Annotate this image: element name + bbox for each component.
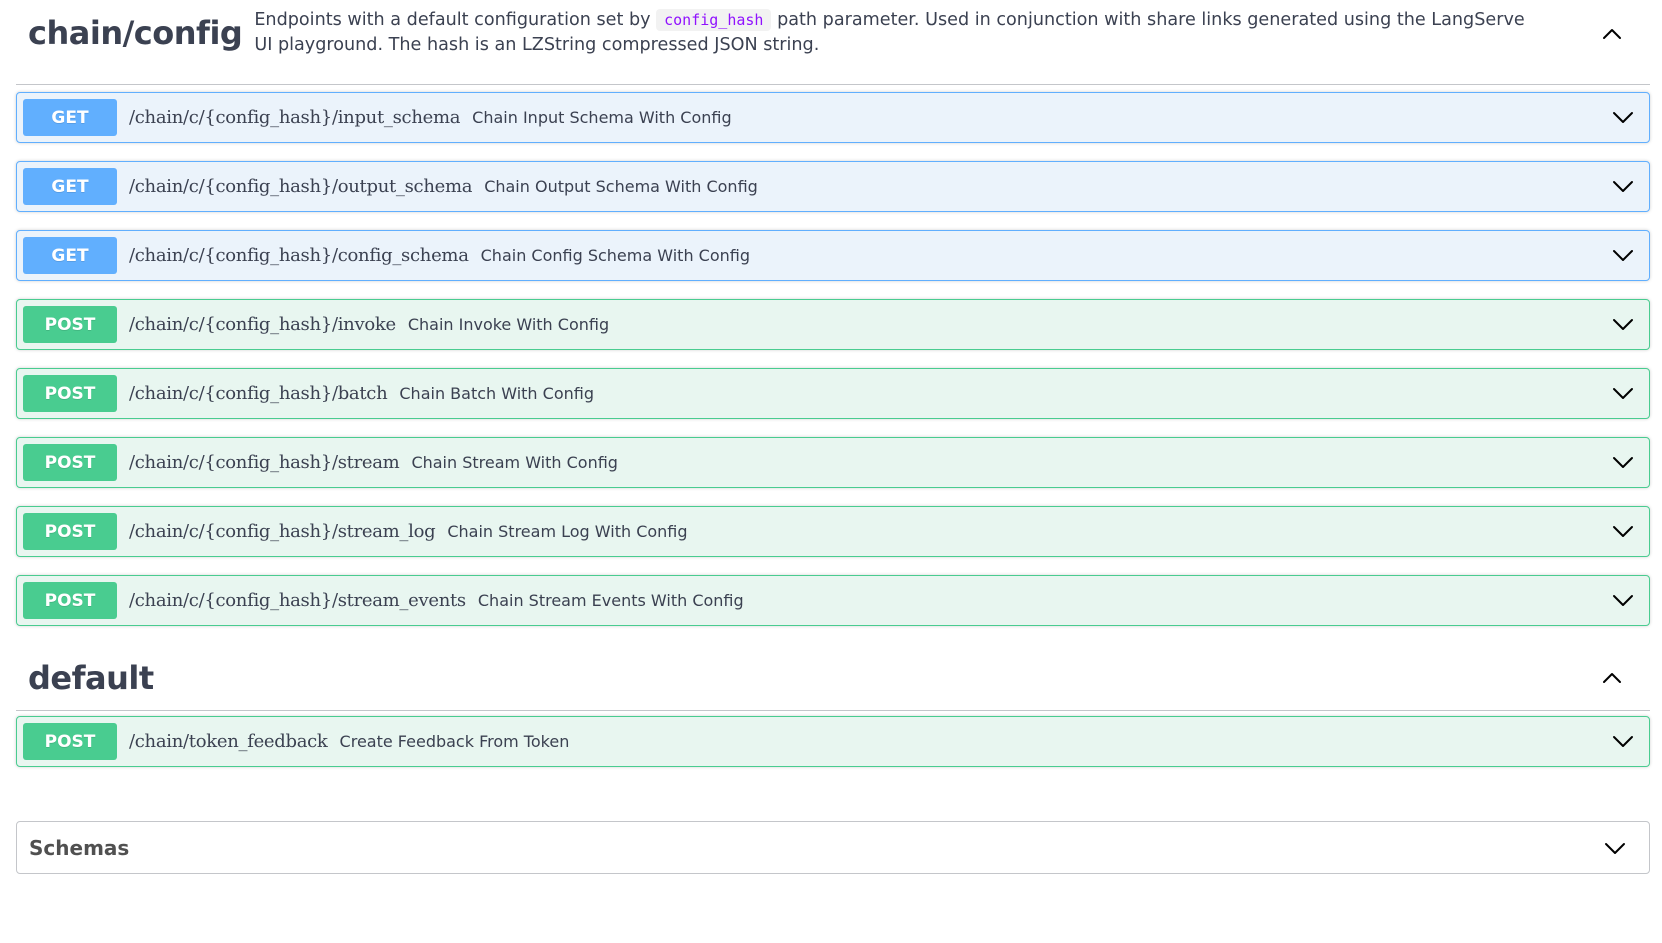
- operation-path: /chain/c/{config_hash}/stream_events: [129, 590, 466, 611]
- schemas-title: Schemas: [29, 835, 130, 860]
- operation-path: /chain/c/{config_hash}/invoke: [129, 314, 396, 335]
- method-badge: POST: [23, 513, 117, 550]
- method-badge: POST: [23, 375, 117, 412]
- operation-path: /chain/c/{config_hash}/config_schema: [129, 245, 469, 266]
- operation-get-config-schema[interactable]: GET /chain/c/{config_hash}/config_schema…: [16, 230, 1650, 281]
- operation-path: /chain/c/{config_hash}/output_schema: [129, 176, 473, 197]
- chevron-down-icon[interactable]: [1611, 588, 1635, 612]
- inline-code: config_hash: [656, 9, 772, 31]
- operation-post-batch[interactable]: POST /chain/c/{config_hash}/batch Chain …: [16, 368, 1650, 419]
- chevron-down-icon[interactable]: [1603, 836, 1627, 860]
- operation-post-stream-log[interactable]: POST /chain/c/{config_hash}/stream_log C…: [16, 506, 1650, 557]
- method-badge: GET: [23, 99, 117, 136]
- method-badge: POST: [23, 723, 117, 760]
- chevron-down-icon[interactable]: [1611, 381, 1635, 405]
- operation-path: /chain/c/{config_hash}/batch: [129, 383, 388, 404]
- operation-path: /chain/c/{config_hash}/stream_log: [129, 521, 436, 542]
- chevron-down-icon[interactable]: [1611, 105, 1635, 129]
- method-badge: GET: [23, 168, 117, 205]
- operation-summary: Chain Stream Log With Config: [447, 522, 688, 541]
- operation-get-output-schema[interactable]: GET /chain/c/{config_hash}/output_schema…: [16, 161, 1650, 212]
- operation-post-token-feedback[interactable]: POST /chain/token_feedback Create Feedba…: [16, 716, 1650, 767]
- chevron-up-icon[interactable]: [1598, 20, 1626, 48]
- operation-summary: Chain Stream With Config: [411, 453, 618, 472]
- operation-summary: Chain Stream Events With Config: [477, 591, 744, 610]
- operation-post-invoke[interactable]: POST /chain/c/{config_hash}/invoke Chain…: [16, 299, 1650, 350]
- chevron-down-icon[interactable]: [1611, 519, 1635, 543]
- method-badge: GET: [23, 237, 117, 274]
- tag-title: default: [28, 659, 154, 697]
- operation-post-stream-events[interactable]: POST /chain/c/{config_hash}/stream_event…: [16, 575, 1650, 626]
- operation-summary: Chain Output Schema With Config: [484, 177, 758, 196]
- chevron-down-icon[interactable]: [1611, 174, 1635, 198]
- schemas-section[interactable]: Schemas: [16, 821, 1650, 874]
- method-badge: POST: [23, 582, 117, 619]
- operation-path: /chain/token_feedback: [129, 731, 328, 752]
- operation-summary: Chain Input Schema With Config: [472, 108, 732, 127]
- chevron-down-icon[interactable]: [1611, 312, 1635, 336]
- operation-post-stream[interactable]: POST /chain/c/{config_hash}/stream Chain…: [16, 437, 1650, 488]
- chevron-down-icon[interactable]: [1611, 243, 1635, 267]
- tag-title: chain/config: [28, 14, 243, 52]
- method-badge: POST: [23, 306, 117, 343]
- operation-get-input-schema[interactable]: GET /chain/c/{config_hash}/input_schema …: [16, 92, 1650, 143]
- chevron-up-icon[interactable]: [1598, 664, 1626, 692]
- chevron-down-icon[interactable]: [1611, 450, 1635, 474]
- description-text: Endpoints with a default configuration s…: [254, 10, 651, 30]
- operation-path: /chain/c/{config_hash}/input_schema: [129, 107, 461, 128]
- operation-summary: Chain Config Schema With Config: [480, 246, 750, 265]
- tag-header-chain-config[interactable]: chain/config Endpoints with a default co…: [16, 8, 1650, 85]
- operation-path: /chain/c/{config_hash}/stream: [129, 452, 400, 473]
- operation-summary: Chain Batch With Config: [399, 384, 594, 403]
- operation-summary: Create Feedback From Token: [339, 732, 570, 751]
- tag-description: Endpoints with a default configuration s…: [254, 8, 1544, 58]
- tag-header-default[interactable]: default: [16, 655, 1650, 711]
- operation-summary: Chain Invoke With Config: [407, 315, 610, 334]
- chevron-down-icon[interactable]: [1611, 729, 1635, 753]
- method-badge: POST: [23, 444, 117, 481]
